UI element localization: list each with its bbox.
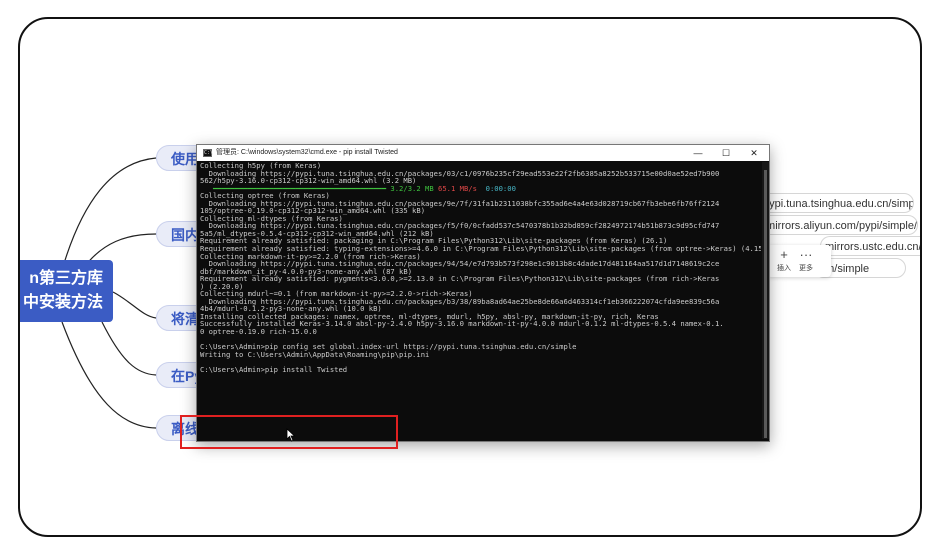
console-line: 0 optree-0.19.0 rich-15.0.0 (200, 327, 317, 337)
url-pill-aliyun[interactable]: /mirrors.aliyun.com/pypi/simple/ (758, 215, 918, 235)
insert-label: 插入 (777, 265, 791, 272)
root-title-line1: n第三方库 (29, 270, 103, 287)
progress-eta: 0:00:00 (485, 183, 516, 193)
insert-button[interactable]: + 插入 (773, 247, 795, 273)
plus-icon: + (780, 247, 788, 262)
console-line: C:\Users\Admin>pip install Twisted (200, 364, 348, 374)
more-label: 更多 (799, 265, 813, 272)
node-mini-toolbar: L + 插入 ··· 更多 (764, 245, 831, 277)
root-title-line2: 中安装方法 (22, 294, 103, 311)
branch-label: 国内 (171, 227, 199, 243)
console-line: Requirement already satisfied: pygments<… (200, 274, 720, 284)
branch-label: 使用 (171, 151, 199, 167)
cmd-scrollbar[interactable] (762, 162, 769, 439)
minimize-icon[interactable]: — (687, 145, 709, 161)
cmd-scrollbar-thumb[interactable] (764, 170, 767, 438)
mindmap-root-node[interactable]: n第三方库 中安装方法 (20, 260, 113, 322)
progress-speed: 65.1 MB/s (438, 183, 477, 193)
cmd-titlebar[interactable]: C:\ 管理员: C:\windows\system32\cmd.exe - p… (197, 145, 769, 161)
url-text: mirrors.ustc.edu.cn/sim (825, 241, 920, 253)
close-icon[interactable]: ✕ (743, 145, 765, 161)
cmd-window[interactable]: C:\ 管理员: C:\windows\system32\cmd.exe - p… (196, 144, 770, 442)
url-pill-ustc[interactable]: mirrors.ustc.edu.cn/sim (820, 236, 920, 256)
console-line: Writing to C:\Users\Admin\AppData\Roamin… (200, 349, 430, 359)
url-text: /mirrors.aliyun.com/pypi/simple/ (763, 220, 918, 232)
mouse-cursor-icon (286, 428, 296, 442)
more-button[interactable]: ··· 更多 (795, 247, 817, 273)
url-pill-tsinghua[interactable]: pypi.tuna.tsinghua.edu.cn/simple (758, 193, 914, 213)
maximize-icon[interactable]: ☐ (715, 145, 737, 161)
cmd-console-output[interactable]: Collecting h5py (from Keras) Downloading… (200, 162, 761, 439)
screenshot-frame: n第三方库 中安装方法 使用 国内 将清 在Py 离线 pypi.tuna.ts… (18, 17, 922, 537)
branch-label: 将清 (171, 311, 199, 327)
cmd-window-title: 管理员: C:\windows\system32\cmd.exe - pip i… (216, 149, 398, 156)
cmd-app-icon: C:\ (203, 149, 214, 157)
more-dots-icon: ··· (799, 247, 813, 262)
url-text: pypi.tuna.tsinghua.edu.cn/simple (763, 198, 914, 210)
progress-size: 3.2/3.2 MB (390, 183, 434, 193)
